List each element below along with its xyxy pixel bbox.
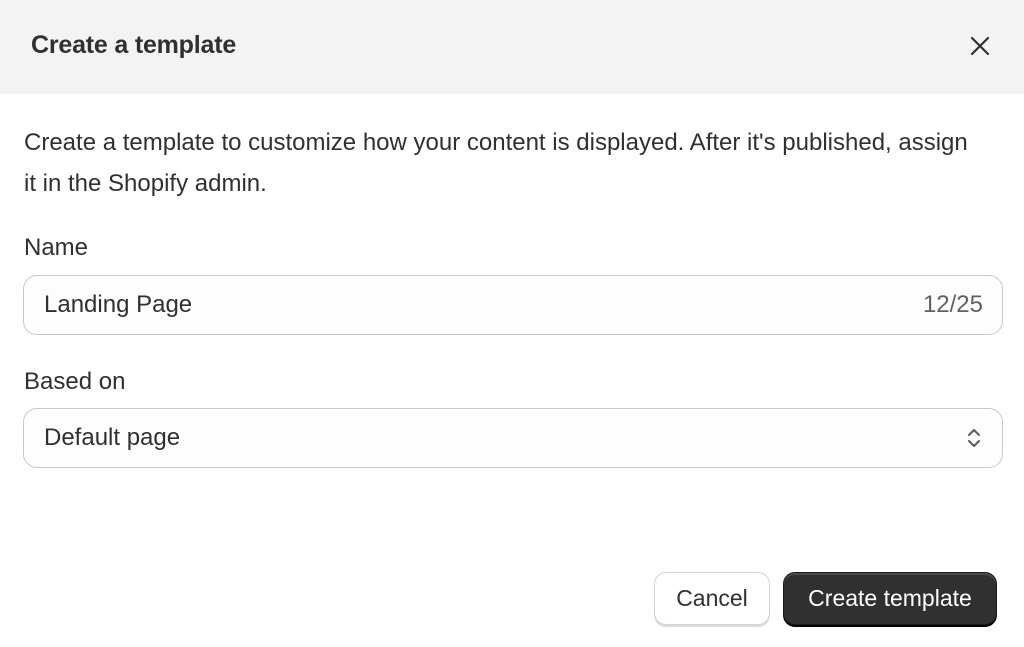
name-field[interactable]: 12/25 (23, 275, 1003, 335)
character-count: 12/25 (922, 291, 983, 318)
close-button[interactable] (962, 28, 998, 64)
close-icon (970, 36, 990, 56)
cancel-button[interactable]: Cancel (654, 572, 770, 625)
create-template-button[interactable]: Create template (783, 572, 997, 625)
based-on-label: Based on (24, 368, 126, 395)
based-on-selected-value: Default page (44, 424, 181, 451)
dialog-title: Create a template (31, 31, 237, 59)
create-template-dialog: Create a template Create a template to c… (0, 0, 1024, 647)
dialog-header: Create a template (0, 0, 1024, 94)
name-input[interactable] (44, 285, 923, 325)
based-on-select[interactable]: Default page (23, 408, 1003, 468)
name-label: Name (24, 234, 89, 261)
dialog-description: Create a template to customize how your … (24, 129, 968, 197)
select-arrows-icon (964, 424, 984, 452)
